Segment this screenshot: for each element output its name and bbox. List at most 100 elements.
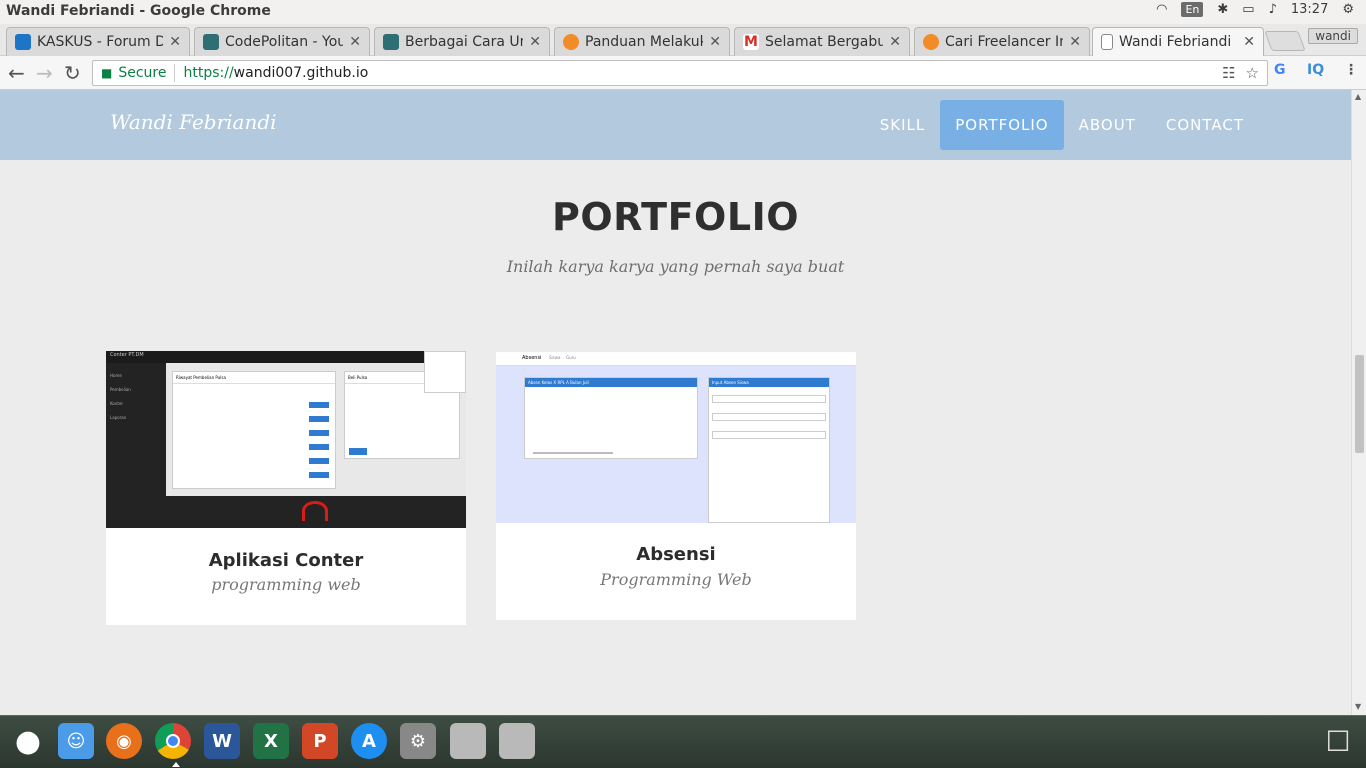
- scroll-down-arrow-icon[interactable]: ▼: [1355, 702, 1361, 711]
- back-arrow-icon[interactable]: ←: [8, 61, 25, 85]
- sribulancer-favicon-icon: [923, 34, 939, 50]
- tab-codepolitan[interactable]: CodePolitan - You ✕: [194, 27, 370, 56]
- tab-cari-freelancer[interactable]: Cari Freelancer In ✕: [914, 27, 1090, 56]
- system-preferences-icon[interactable]: ⚙: [400, 723, 436, 759]
- tab-wandi-febriandi[interactable]: Wandi Febriandi ✕: [1092, 27, 1264, 56]
- browser-toolbar: ← → ↻ ■ Secure https://wandi007.github.i…: [0, 56, 1366, 90]
- site-brand[interactable]: Wandi Febriandi: [110, 110, 277, 134]
- close-icon[interactable]: ✕: [349, 34, 361, 50]
- volume-icon[interactable]: ♪: [1269, 2, 1277, 17]
- tab-gmail[interactable]: M Selamat Bergabu ✕: [734, 27, 910, 56]
- close-icon[interactable]: ✕: [529, 34, 541, 50]
- thumb-app-name: Conter PT.DM: [110, 352, 144, 358]
- close-icon[interactable]: ✕: [709, 34, 721, 50]
- thumb-sidebar: Home Pembelian Konter Laporan: [110, 373, 131, 420]
- keyboard-language[interactable]: En: [1181, 2, 1204, 17]
- portfolio-card-conter[interactable]: Conter PT.DM Home Pembelian Konter Lapor…: [106, 351, 466, 625]
- scroll-up-arrow-icon[interactable]: ▲: [1355, 92, 1361, 101]
- thumb-form-title: Input Absen Siswa: [709, 378, 829, 387]
- chrome-icon[interactable]: [155, 723, 191, 759]
- document-favicon-icon: [1101, 34, 1113, 50]
- menu-skill[interactable]: SKILL: [865, 100, 941, 150]
- new-tab-button[interactable]: [1264, 31, 1306, 51]
- scroll-thumb[interactable]: [1355, 355, 1364, 453]
- battery-icon[interactable]: ▭: [1242, 2, 1254, 17]
- close-icon[interactable]: ✕: [1069, 34, 1081, 50]
- word-icon[interactable]: W: [204, 723, 240, 759]
- card-subtitle: programming web: [211, 575, 361, 594]
- thumb-nav-item: Siswa: [549, 355, 561, 360]
- card-thumbnail[interactable]: Absensi Siswa Guru Absen Kelas X RPL A B…: [496, 352, 856, 523]
- site-navbar: Wandi Febriandi SKILL PORTFOLIO ABOUT CO…: [0, 90, 1351, 160]
- secure-label: Secure: [118, 65, 167, 81]
- tab-berbagai-cara[interactable]: Berbagai Cara Un ✕: [374, 27, 550, 56]
- omnibox-actions: ☷ ☆: [1222, 64, 1259, 82]
- thumb-panel-title: Absen Kelas X RPL A Bulan Juli: [525, 378, 697, 387]
- menu-contact[interactable]: CONTACT: [1151, 100, 1259, 150]
- os-top-bar: Wandi Febriandi - Google Chrome ◠ En ✱ ▭…: [0, 0, 1366, 24]
- url-host: wandi007.github.io: [233, 65, 369, 81]
- menu-about[interactable]: ABOUT: [1064, 100, 1151, 150]
- thumb-nav-item: Guru: [566, 355, 576, 360]
- firefox-icon[interactable]: ◉: [106, 723, 142, 759]
- wifi-icon[interactable]: ◠: [1156, 2, 1167, 17]
- gmail-favicon-icon: M: [743, 34, 759, 50]
- menu-portfolio[interactable]: PORTFOLIO: [940, 100, 1064, 150]
- running-indicator: [172, 762, 180, 767]
- thumb-panel-title: Riwayat Pembelian Pulsa: [173, 372, 335, 384]
- close-icon[interactable]: ✕: [169, 34, 181, 50]
- reload-icon[interactable]: ↻: [64, 61, 81, 85]
- clock[interactable]: 13:27: [1291, 2, 1328, 17]
- window-title: Wandi Febriandi - Google Chrome: [6, 3, 271, 19]
- tab-strip: KASKUS - Forum D ✕ CodePolitan - You ✕ B…: [0, 24, 1366, 56]
- tab-kaskus[interactable]: KASKUS - Forum D ✕: [6, 27, 190, 56]
- page-viewport: Wandi Febriandi SKILL PORTFOLIO ABOUT CO…: [0, 90, 1351, 715]
- tab-panduan[interactable]: Panduan Melakuk ✕: [554, 27, 730, 56]
- bookmark-star-icon[interactable]: ☆: [1246, 64, 1259, 82]
- address-bar[interactable]: ■ Secure https://wandi007.github.io ☷ ☆: [92, 60, 1268, 86]
- tab-label: CodePolitan - You: [225, 34, 344, 50]
- tab-label: Panduan Melakuk: [585, 34, 704, 50]
- apple-icon[interactable]: ●: [10, 723, 46, 759]
- profile-button[interactable]: wandi: [1308, 28, 1358, 44]
- excel-icon[interactable]: X: [253, 723, 289, 759]
- kaskus-favicon-icon: [15, 34, 31, 50]
- card-subtitle: Programming Web: [600, 570, 752, 589]
- close-icon[interactable]: ✕: [1243, 34, 1255, 50]
- tab-label: Wandi Febriandi: [1119, 34, 1232, 50]
- lock-icon: ■: [101, 66, 113, 80]
- chrome-menu-icon[interactable]: ⋮: [1344, 62, 1358, 78]
- disk-drive-icon[interactable]: [499, 723, 535, 759]
- app-store-icon[interactable]: A: [351, 723, 387, 759]
- tab-label: Berbagai Cara Un: [405, 34, 524, 50]
- site-menu: SKILL PORTFOLIO ABOUT CONTACT: [865, 100, 1259, 150]
- section-title: PORTFOLIO: [551, 195, 800, 239]
- page-scrollbar[interactable]: ▲ ▼: [1351, 90, 1366, 715]
- bluetooth-icon[interactable]: ✱: [1217, 2, 1228, 17]
- section-subtitle: Inilah karya karya yang pernah saya buat: [506, 257, 845, 276]
- portfolio-card-absensi[interactable]: Absensi Siswa Guru Absen Kelas X RPL A B…: [496, 352, 856, 620]
- forward-arrow-icon[interactable]: →: [36, 61, 53, 85]
- tab-label: KASKUS - Forum D: [37, 34, 164, 50]
- card-thumbnail[interactable]: Conter PT.DM Home Pembelian Konter Lapor…: [106, 351, 466, 528]
- trash-icon[interactable]: ☐: [1320, 723, 1356, 759]
- codepolitan-favicon-icon: [203, 34, 219, 50]
- tab-label: Cari Freelancer In: [945, 34, 1064, 50]
- codepolitan-favicon-icon: [383, 34, 399, 50]
- disk-drive-icon[interactable]: [450, 723, 486, 759]
- card-title: Absensi: [636, 544, 716, 565]
- translate-icon[interactable]: ☷: [1222, 64, 1235, 82]
- thumb-app-name: Absensi: [522, 355, 542, 361]
- close-icon[interactable]: ✕: [889, 34, 901, 50]
- divider: [174, 64, 176, 82]
- google-translate-extension-icon[interactable]: G: [1274, 62, 1286, 78]
- url-scheme: https://: [183, 65, 234, 81]
- card-title: Aplikasi Conter: [208, 550, 364, 571]
- sribulancer-favicon-icon: [563, 34, 579, 50]
- powerpoint-icon[interactable]: P: [302, 723, 338, 759]
- iq-extension-icon[interactable]: IQ: [1307, 62, 1324, 78]
- settings-gear-icon[interactable]: ⚙: [1342, 2, 1354, 17]
- system-tray: ◠ En ✱ ▭ ♪ 13:27 ⚙: [1156, 2, 1354, 17]
- dock: ● ☺ ◉ W X P A ⚙ ☐: [0, 715, 1366, 768]
- finder-icon[interactable]: ☺: [58, 723, 94, 759]
